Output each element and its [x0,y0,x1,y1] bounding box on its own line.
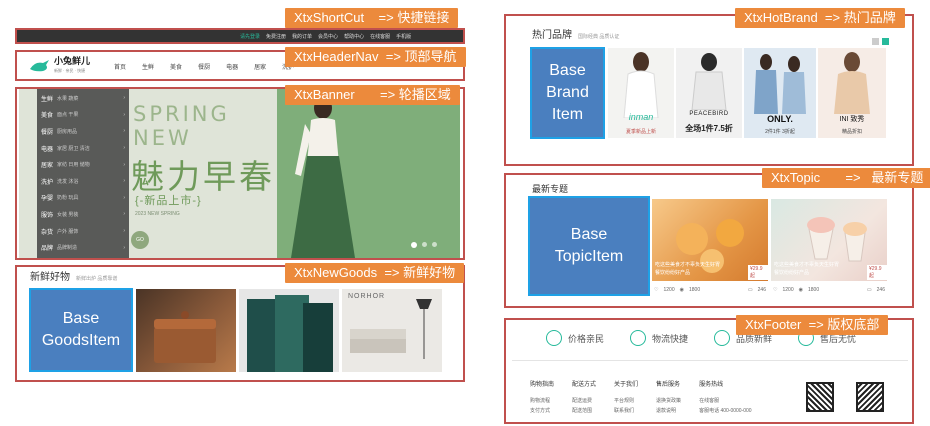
hotbrand-frame [504,14,914,166]
topic-label: XtxTopic => 最新专题 [762,168,930,188]
shortcut-frame [15,28,465,44]
footer-label: XtxFooter => 版权底部 [736,315,889,335]
banner-frame [15,87,465,260]
newgoods-label: XtxNewGoods => 新鲜好物 [285,263,465,283]
topic-frame [504,173,914,308]
hotbrand-label: XtxHotBrand => 热门品牌 [735,8,905,28]
shortcut-label: XtxShortCut => 快捷链接 [285,8,459,28]
banner-label: XtxBanner => 轮播区域 [285,85,460,105]
headernav-label: XtxHeaderNav => 顶部导航 [285,47,466,67]
